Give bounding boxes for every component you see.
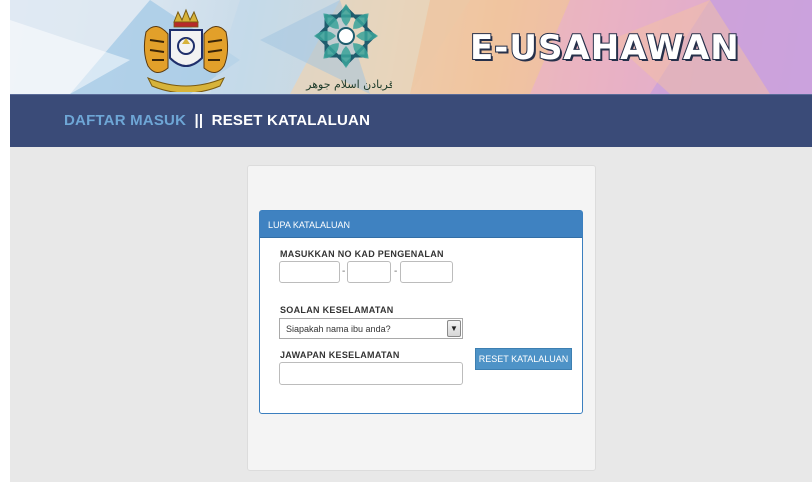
breadcrumb: DAFTAR MASUK || RESET KATALALUAN	[64, 112, 370, 129]
ic-number-part3-input[interactable]	[400, 261, 453, 283]
header-banner: قربادن اسلام جوهر E-USAHAWAN	[10, 0, 812, 94]
ic-number-label: MASUKKAN NO KAD PENGENALAN	[280, 249, 444, 259]
security-answer-input[interactable]	[279, 362, 463, 385]
panel-title: LUPA KATALALUAN	[260, 211, 582, 238]
security-question-value: Siapakah nama ibu anda?	[286, 324, 391, 334]
reset-password-button[interactable]: RESET KATALALUAN	[475, 348, 572, 370]
breadcrumb-separator: ||	[194, 112, 204, 129]
breadcrumb-current-page: RESET KATALALUAN	[211, 112, 371, 129]
security-question-label: SOALAN KESELAMATAN	[280, 305, 394, 315]
islamic-emblem-icon: قربادن اسلام جوهر	[305, 4, 392, 91]
nav-bar: DAFTAR MASUK || RESET KATALALUAN	[10, 94, 812, 147]
dropdown-arrow-icon[interactable]: ▼	[447, 320, 461, 337]
ic-number-part2-input[interactable]	[347, 261, 391, 283]
app-title: E-USAHAWAN	[469, 27, 740, 69]
johor-crest-icon	[143, 8, 229, 92]
ic-number-part1-input[interactable]	[279, 261, 340, 283]
ic-dash-2: -	[394, 266, 398, 277]
breadcrumb-login-link[interactable]: DAFTAR MASUK	[64, 112, 186, 129]
security-answer-label: JAWAPAN KESELAMATAN	[280, 350, 400, 360]
security-question-select[interactable]: Siapakah nama ibu anda? ▼	[279, 318, 463, 339]
ic-dash-1: -	[342, 266, 346, 277]
emblem-caption: قربادن اسلام جوهر	[305, 78, 392, 91]
